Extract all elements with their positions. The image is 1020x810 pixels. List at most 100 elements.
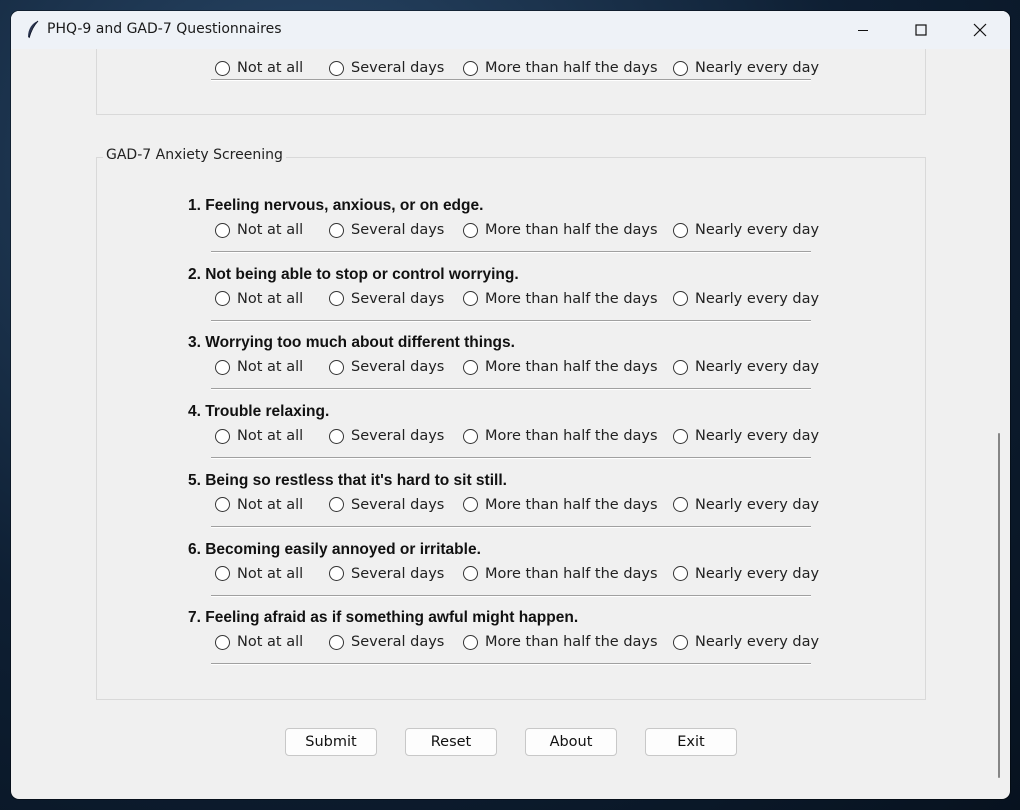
gad7-q1-option-2[interactable]: Several days bbox=[329, 222, 444, 238]
option-label: Nearly every day bbox=[695, 290, 820, 307]
gad7-q2-option-3[interactable]: More than half the days bbox=[463, 291, 658, 307]
gad7-q3-option-4[interactable]: Nearly every day bbox=[673, 359, 819, 375]
radio-button[interactable] bbox=[463, 222, 478, 238]
gad7-q6-option-3[interactable]: More than half the days bbox=[463, 566, 658, 582]
gad7-q2-option-2[interactable]: Several days bbox=[329, 291, 444, 307]
radio-button[interactable] bbox=[673, 428, 688, 444]
submit-button[interactable]: Submit bbox=[285, 728, 377, 756]
radio-button[interactable] bbox=[329, 634, 344, 650]
gad7-q4-option-4[interactable]: Nearly every day bbox=[673, 428, 819, 444]
gad7-question-2: 2. Not being able to stop or control wor… bbox=[188, 265, 519, 283]
gad7-question-4: 4. Trouble relaxing. bbox=[188, 403, 330, 421]
gad7-q7-option-1[interactable]: Not at all bbox=[215, 634, 303, 650]
gad7-question-6: 6. Becoming easily annoyed or irritable. bbox=[188, 540, 481, 558]
radio-button[interactable] bbox=[329, 359, 344, 375]
gad7-q2-option-1[interactable]: Not at all bbox=[215, 291, 303, 307]
maximize-button[interactable] bbox=[892, 11, 950, 49]
gad7-q5-option-4[interactable]: Nearly every day bbox=[673, 497, 819, 513]
radio-button[interactable] bbox=[329, 291, 344, 307]
radio-button[interactable] bbox=[463, 359, 478, 375]
radio-button[interactable] bbox=[673, 222, 688, 238]
gad7-q2-option-4[interactable]: Nearly every day bbox=[673, 291, 819, 307]
gad7-q6-option-4[interactable]: Nearly every day bbox=[673, 566, 819, 582]
maximize-icon bbox=[915, 24, 927, 36]
gad7-q4-option-3[interactable]: More than half the days bbox=[463, 428, 658, 444]
gad7-question-7: 7. Feeling afraid as if something awful … bbox=[188, 609, 579, 627]
gad7-q1-option-1[interactable]: Not at all bbox=[215, 222, 303, 238]
gad7-q5-option-3[interactable]: More than half the days bbox=[463, 497, 658, 513]
radio-button[interactable] bbox=[463, 497, 478, 513]
radio-button[interactable] bbox=[463, 291, 478, 307]
option-label: More than half the days bbox=[485, 60, 658, 76]
separator bbox=[211, 525, 811, 528]
separator bbox=[211, 251, 811, 253]
radio-button[interactable] bbox=[215, 497, 230, 513]
radio-button[interactable] bbox=[329, 428, 344, 444]
option-label: Not at all bbox=[237, 496, 304, 513]
radio-button[interactable] bbox=[215, 634, 230, 650]
gad7-q3-option-2[interactable]: Several days bbox=[329, 359, 444, 375]
gad7-q4-option-1[interactable]: Not at all bbox=[215, 428, 303, 444]
phq9-q9-option-2[interactable]: Several days bbox=[329, 60, 444, 76]
phq9-q9-option-4[interactable]: Nearly every day bbox=[673, 60, 819, 76]
radio-button[interactable] bbox=[463, 428, 478, 444]
radio-button[interactable] bbox=[215, 291, 230, 307]
option-label: More than half the days bbox=[485, 428, 658, 445]
radio-button[interactable] bbox=[215, 566, 230, 581]
minimize-button[interactable] bbox=[834, 11, 892, 49]
exit-button[interactable]: Exit bbox=[645, 728, 737, 756]
radio-button[interactable] bbox=[463, 566, 478, 581]
close-button[interactable] bbox=[951, 11, 1009, 49]
radio-button[interactable] bbox=[673, 566, 688, 581]
gad7-q7-option-3[interactable]: More than half the days bbox=[463, 634, 658, 650]
option-label: Nearly every day bbox=[695, 222, 820, 238]
option-label: Not at all bbox=[237, 290, 304, 307]
separator bbox=[211, 388, 811, 391]
separator bbox=[211, 457, 811, 460]
gad7-q1-option-3[interactable]: More than half the days bbox=[463, 222, 658, 238]
radio-button[interactable] bbox=[673, 497, 688, 513]
radio-button[interactable] bbox=[673, 60, 688, 76]
option-label: Several days bbox=[351, 634, 445, 651]
radio-button[interactable] bbox=[215, 428, 230, 444]
gad7-q6-option-1[interactable]: Not at all bbox=[215, 566, 303, 582]
option-label: Several days bbox=[351, 290, 445, 307]
phq9-q9-option-3[interactable]: More than half the days bbox=[463, 60, 658, 76]
radio-button[interactable] bbox=[215, 359, 230, 375]
gad7-q6-option-2[interactable]: Several days bbox=[329, 566, 444, 582]
gad7-q5-option-1[interactable]: Not at all bbox=[215, 497, 303, 513]
radio-button[interactable] bbox=[463, 634, 478, 650]
gad7-question-1: 1. Feeling nervous, anxious, or on edge. bbox=[188, 197, 484, 214]
radio-button[interactable] bbox=[329, 566, 344, 581]
scrollbar-thumb[interactable] bbox=[998, 433, 1000, 778]
radio-button[interactable] bbox=[329, 497, 344, 513]
radio-button[interactable] bbox=[463, 60, 478, 76]
gad7-q4-option-2[interactable]: Several days bbox=[329, 428, 444, 444]
option-label: Nearly every day bbox=[695, 359, 820, 376]
app-window: PHQ-9 and GAD-7 Questionnaires Not at al… bbox=[11, 11, 1010, 799]
phq9-q9-option-1[interactable]: Not at all bbox=[215, 60, 303, 76]
gad7-q1-option-4[interactable]: Nearly every day bbox=[673, 222, 819, 238]
gad7-q3-option-3[interactable]: More than half the days bbox=[463, 359, 658, 375]
option-label: Not at all bbox=[237, 60, 304, 76]
radio-button[interactable] bbox=[673, 634, 688, 650]
radio-button[interactable] bbox=[673, 291, 688, 307]
radio-button[interactable] bbox=[329, 222, 344, 238]
option-label: More than half the days bbox=[485, 496, 658, 513]
gad7-q7-option-4[interactable]: Nearly every day bbox=[673, 634, 819, 650]
gad7-q3-option-1[interactable]: Not at all bbox=[215, 359, 303, 375]
questionnaire-scroll-area[interactable]: Not at all Several days More than half the… bbox=[11, 49, 996, 799]
radio-button[interactable] bbox=[673, 359, 688, 375]
option-label: Nearly every day bbox=[695, 565, 820, 582]
about-button[interactable]: About bbox=[525, 728, 617, 756]
radio-button[interactable] bbox=[215, 222, 230, 238]
gad7-q7-option-2[interactable]: Several days bbox=[329, 634, 444, 650]
minimize-icon bbox=[858, 30, 868, 31]
gad7-q5-option-2[interactable]: Several days bbox=[329, 497, 444, 513]
reset-button[interactable]: Reset bbox=[405, 728, 497, 756]
option-label: More than half the days bbox=[485, 634, 658, 651]
close-icon bbox=[973, 23, 987, 37]
radio-button[interactable] bbox=[215, 60, 230, 76]
radio-button[interactable] bbox=[329, 60, 344, 76]
option-label: Nearly every day bbox=[695, 60, 820, 76]
